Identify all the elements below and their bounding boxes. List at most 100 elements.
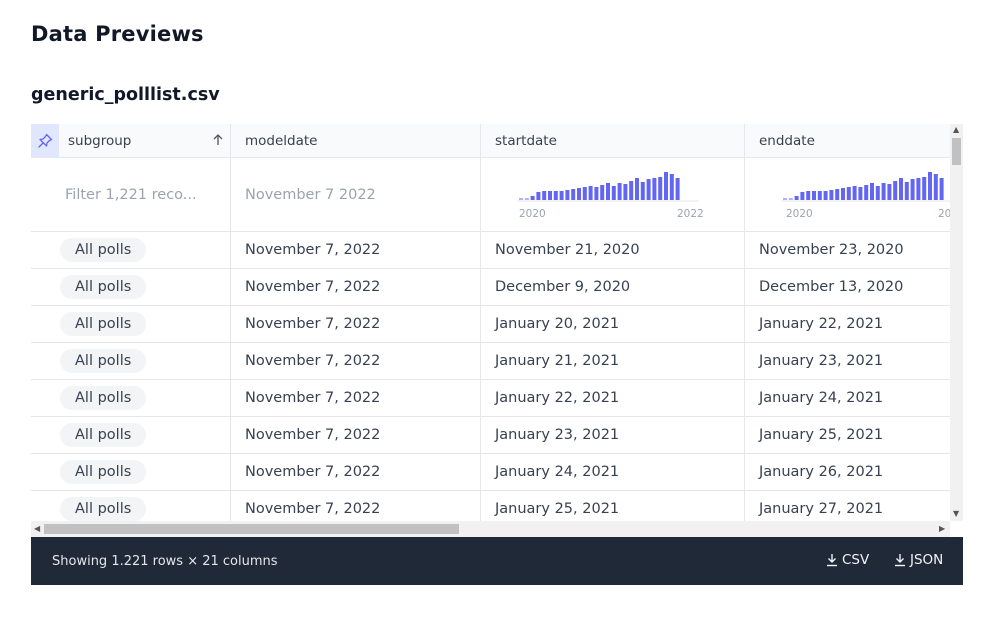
histogram-bar xyxy=(864,185,869,200)
scroll-up-icon[interactable]: ▲ xyxy=(953,126,959,134)
modeldate-cell: November 7, 2022 xyxy=(231,417,481,453)
subgroup-cell: All polls xyxy=(31,417,231,453)
subgroup-pill: All polls xyxy=(60,238,147,262)
file-title: generic_polllist.csv xyxy=(31,85,220,105)
enddate-cell: January 26, 2021 xyxy=(745,454,950,490)
startdate-cell: January 22, 2021 xyxy=(481,380,745,416)
startdate-cell: January 24, 2021 xyxy=(481,454,745,490)
column-header-startdate[interactable]: startdate xyxy=(481,124,745,157)
histogram-bar xyxy=(823,191,828,200)
subgroup-cell: All polls xyxy=(31,454,231,490)
column-label: enddate xyxy=(759,132,815,149)
download-icon xyxy=(827,554,837,567)
table-row[interactable]: All polls November 7, 2022 January 22, 202… xyxy=(31,380,950,417)
modeldate-cell: November 7, 2022 xyxy=(231,306,481,342)
modeldate-cell: November 7, 2022 xyxy=(231,380,481,416)
histogram-bar xyxy=(629,181,634,200)
histogram-bar xyxy=(858,187,863,200)
histogram-bar xyxy=(916,178,921,200)
histogram-bar xyxy=(817,191,822,200)
table-row[interactable]: All polls November 7, 2022 December 9, 202… xyxy=(31,269,950,306)
hist-min-label: 2020 xyxy=(786,208,813,220)
table-row[interactable]: All polls November 7, 2022 January 25, 202… xyxy=(31,491,950,521)
modeldate-summary-value: November 7 2022 xyxy=(245,186,376,203)
table-row[interactable]: All polls November 7, 2022 January 20, 202… xyxy=(31,306,950,343)
histogram-bar xyxy=(910,179,915,200)
subgroup-cell: All polls xyxy=(31,269,231,305)
column-header-modeldate[interactable]: modeldate xyxy=(231,124,481,157)
vertical-scroll-thumb[interactable] xyxy=(952,138,961,165)
modeldate-cell: November 7, 2022 xyxy=(231,343,481,379)
scroll-left-icon[interactable]: ◀ xyxy=(34,525,40,533)
histogram-bar xyxy=(800,192,805,200)
download-json-button[interactable]: JSON xyxy=(894,552,943,568)
enddate-cell: January 27, 2021 xyxy=(745,491,950,521)
modeldate-cell: November 7, 2022 xyxy=(231,454,481,490)
arrow-up-icon[interactable] xyxy=(212,133,224,151)
vertical-scrollbar[interactable]: ▲ ▼ xyxy=(950,124,963,521)
page-title: Data Previews xyxy=(31,22,204,46)
table-row[interactable]: All polls November 7, 2022 January 23, 202… xyxy=(31,417,950,454)
subgroup-pill: All polls xyxy=(60,386,147,410)
download-icon xyxy=(895,554,905,567)
table-header: subgroup modeldate startdate enddate xyxy=(31,124,950,158)
histogram-bar xyxy=(829,190,834,200)
histogram-bar xyxy=(675,178,680,200)
filter-input[interactable] xyxy=(63,185,217,204)
histogram-bar xyxy=(806,191,811,200)
startdate-cell: January 21, 2021 xyxy=(481,343,745,379)
subgroup-cell: All polls xyxy=(31,306,231,342)
subgroup-cell: All polls xyxy=(31,232,231,268)
startdate-histogram xyxy=(517,172,699,202)
startdate-cell: January 23, 2021 xyxy=(481,417,745,453)
pin-icon[interactable] xyxy=(31,124,59,157)
enddate-cell: January 23, 2021 xyxy=(745,343,950,379)
data-table: subgroup modeldate startdate enddate Nov… xyxy=(31,124,963,537)
hist-max-label: 2022 xyxy=(677,208,704,220)
table-footer: Showing 1.221 rows × 21 columns CSV JSON xyxy=(31,537,963,585)
histogram-bar xyxy=(664,172,668,200)
modeldate-summary: November 7 2022 xyxy=(231,158,481,231)
histogram-bar xyxy=(904,182,909,200)
histogram-bar xyxy=(577,188,581,200)
enddate-cell: December 13, 2020 xyxy=(745,269,950,305)
histogram-bar xyxy=(812,191,816,200)
histogram-bar xyxy=(582,187,587,200)
enddate-summary: 2020 20 xyxy=(745,158,950,231)
histogram-bar xyxy=(881,183,886,200)
subgroup-pill: All polls xyxy=(60,497,147,521)
enddate-cell: November 23, 2020 xyxy=(745,232,950,268)
histogram-bar xyxy=(846,187,851,200)
histogram-bar xyxy=(893,181,898,200)
startdate-cell: January 25, 2021 xyxy=(481,491,745,521)
histogram-bar xyxy=(841,188,845,200)
histogram-bar xyxy=(899,178,903,200)
column-label: subgroup xyxy=(68,132,132,149)
histogram-bar xyxy=(887,184,892,200)
table-grid: subgroup modeldate startdate enddate Nov… xyxy=(31,124,950,521)
scroll-right-icon[interactable]: ▶ xyxy=(939,525,945,533)
download-csv-button[interactable]: CSV xyxy=(826,552,869,568)
histogram-bar xyxy=(553,191,558,200)
startdate-cell: December 9, 2020 xyxy=(481,269,745,305)
table-row[interactable]: All polls November 7, 2022 January 24, 202… xyxy=(31,454,950,491)
table-row[interactable]: All polls November 7, 2022 November 21, 20… xyxy=(31,232,950,269)
column-header-subgroup[interactable]: subgroup xyxy=(31,124,231,157)
scroll-down-icon[interactable]: ▼ xyxy=(953,510,959,518)
startdate-cell: January 20, 2021 xyxy=(481,306,745,342)
histogram-bar xyxy=(669,174,674,200)
enddate-cell: January 22, 2021 xyxy=(745,306,950,342)
histogram-bar xyxy=(536,192,541,200)
subgroup-pill: All polls xyxy=(60,312,147,336)
startdate-cell: November 21, 2020 xyxy=(481,232,745,268)
histogram-bar xyxy=(548,191,552,200)
enddate-cell: January 24, 2021 xyxy=(745,380,950,416)
column-header-enddate[interactable]: enddate xyxy=(745,124,950,157)
horizontal-scroll-thumb[interactable] xyxy=(44,524,459,534)
histogram-bar xyxy=(623,184,628,200)
histogram-bar xyxy=(565,190,570,200)
table-row[interactable]: All polls November 7, 2022 January 21, 202… xyxy=(31,343,950,380)
histogram-bar xyxy=(933,174,938,200)
horizontal-scrollbar[interactable]: ◀ ▶ xyxy=(31,521,950,537)
histogram-bar xyxy=(559,191,564,200)
